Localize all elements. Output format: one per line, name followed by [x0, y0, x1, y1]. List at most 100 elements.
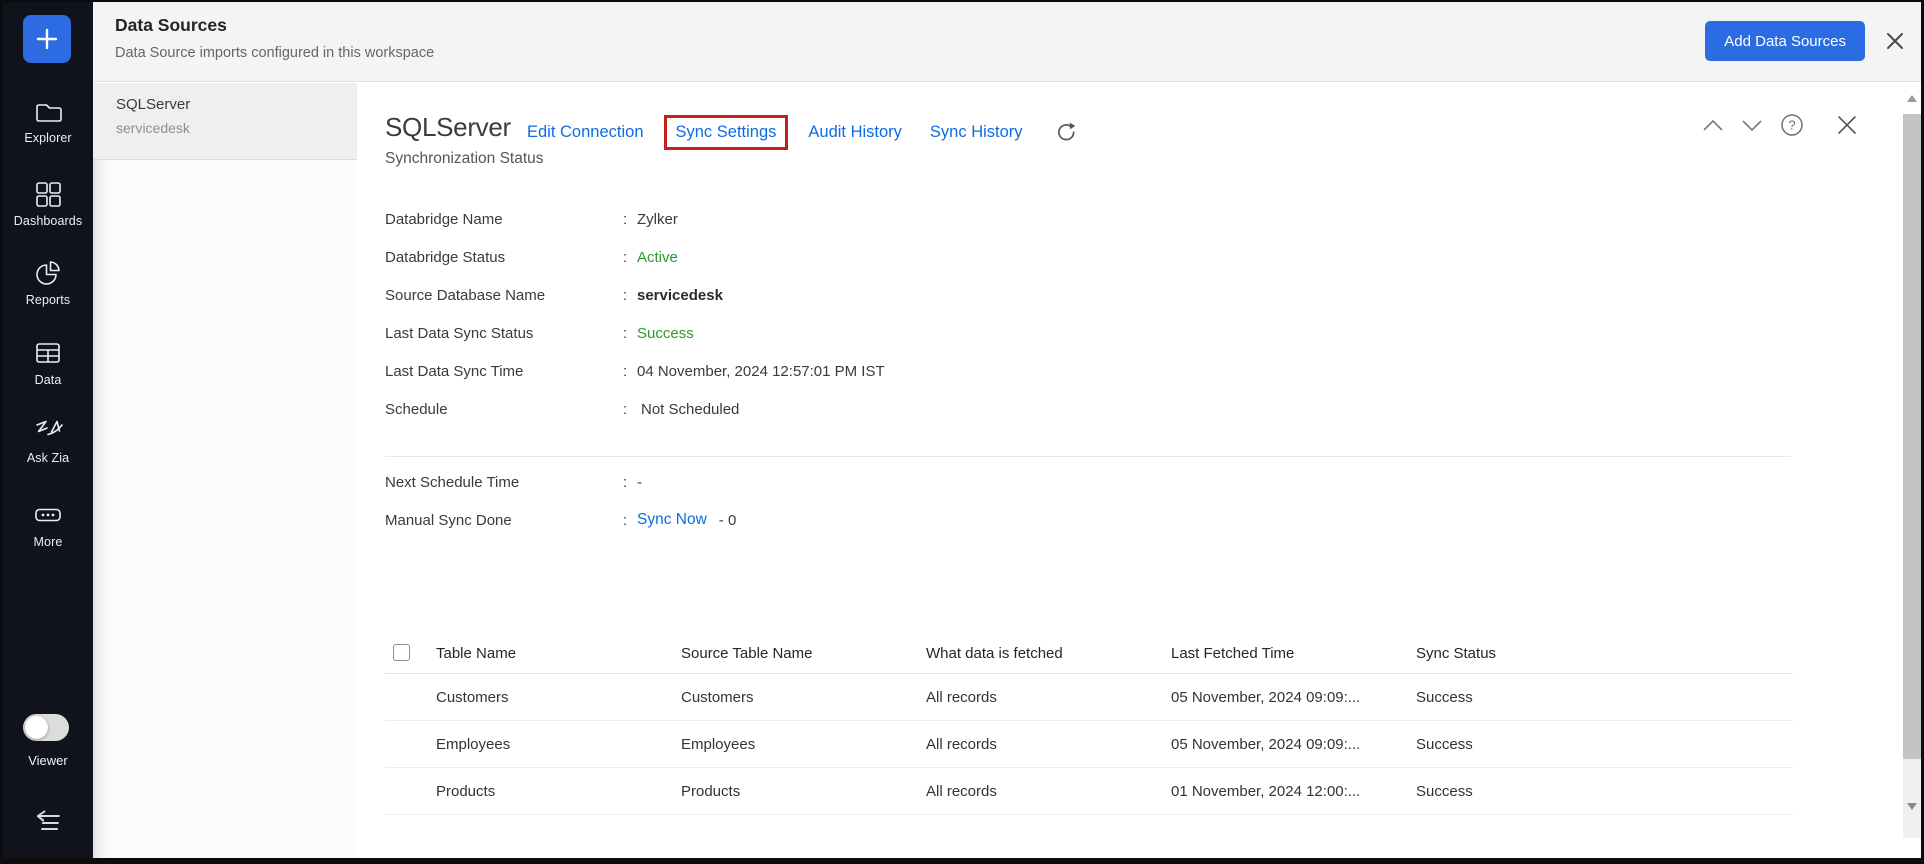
collapse-sidebar-icon[interactable]: [29, 808, 65, 836]
sidebar-item-explorer[interactable]: Explorer: [3, 98, 93, 145]
field-manual-sync-done: Manual Sync Done : Sync Now - 0: [385, 501, 736, 539]
cell-fetched: All records: [926, 768, 997, 815]
sync-settings-link[interactable]: Sync Settings: [676, 123, 777, 141]
sidebar-item-dashboards[interactable]: Dashboards: [3, 179, 93, 228]
sidebar-item-label: Ask Zia: [3, 451, 93, 465]
sidebar-item-label: More: [3, 535, 93, 549]
detail-panel: SQLServer Edit Connection Sync Settings …: [357, 83, 1921, 858]
cell-table-name: Products: [436, 768, 495, 815]
field-value: servicedesk: [637, 287, 723, 304]
more-ellipsis-icon: [33, 506, 63, 523]
svg-text:?: ?: [1788, 118, 1795, 133]
sidebar: Explorer Dashboards Reports: [3, 2, 93, 858]
add-data-sources-button[interactable]: Add Data Sources: [1705, 21, 1865, 61]
help-icon[interactable]: ?: [1780, 113, 1804, 137]
manual-sync-count: - 0: [719, 512, 737, 529]
source-name: SQLServer: [116, 96, 357, 113]
cell-table-name: Employees: [436, 721, 510, 768]
cell-table-name: Customers: [436, 674, 509, 721]
schedule-fields: Next Schedule Time : - Manual Sync Done …: [385, 463, 736, 539]
table-row-employees[interactable]: Employees Employees All records 05 Novem…: [385, 721, 1793, 768]
field-last-data-sync-time: Last Data Sync Time : 04 November, 2024 …: [385, 352, 885, 390]
edit-connection-link[interactable]: Edit Connection: [527, 123, 644, 142]
ask-zia-icon: [30, 422, 66, 439]
source-list-item-sqlserver[interactable]: SQLServer servicedesk: [93, 83, 357, 160]
sidebar-item-data[interactable]: Data: [3, 338, 93, 387]
sidebar-item-label: Reports: [3, 293, 93, 307]
sidebar-item-label: Dashboards: [3, 214, 93, 228]
page-title: Data Sources: [115, 15, 227, 36]
column-header-last-fetched-time: Last Fetched Time: [1171, 633, 1294, 674]
folder-icon: [33, 103, 63, 120]
field-value: Zylker: [637, 211, 678, 228]
field-value: Success: [637, 325, 694, 342]
sidebar-item-reports[interactable]: Reports: [3, 258, 93, 307]
data-source-list-panel: SQLServer servicedesk: [93, 83, 357, 858]
sidebar-item-label: Data: [3, 373, 93, 387]
sidebar-item-ask-zia[interactable]: Ask Zia: [3, 416, 93, 465]
field-databridge-status: Databridge Status : Active: [385, 238, 885, 276]
cell-last-fetched: 01 November, 2024 12:00:...: [1171, 768, 1360, 815]
field-schedule: Schedule : Not Scheduled: [385, 390, 885, 428]
select-all-checkbox[interactable]: [393, 644, 410, 661]
audit-history-link[interactable]: Audit History: [808, 123, 902, 142]
dashboards-grid-icon: [33, 185, 63, 202]
detail-toolbar: ?: [1702, 112, 1859, 138]
cell-source-table-name: Customers: [681, 674, 754, 721]
scroll-down-arrow-icon[interactable]: [1907, 803, 1917, 810]
field-value: Not Scheduled: [637, 401, 739, 418]
cell-sync-status: Success: [1416, 721, 1473, 768]
chevron-up-icon[interactable]: [1702, 119, 1724, 132]
field-source-database-name: Source Database Name : servicedesk: [385, 276, 885, 314]
field-value: Active: [637, 249, 678, 266]
table-header-row: Table Name Source Table Name What data i…: [385, 633, 1793, 674]
section-title: Synchronization Status: [385, 150, 544, 168]
table-row-products[interactable]: Products Products All records 01 Novembe…: [385, 768, 1793, 815]
refresh-icon[interactable]: [1055, 120, 1079, 144]
sync-history-link[interactable]: Sync History: [930, 123, 1023, 142]
plus-icon: [34, 26, 60, 52]
page-header: Data Sources Data Source imports configu…: [93, 2, 1921, 82]
tables-sync-table: Table Name Source Table Name What data i…: [385, 633, 1793, 815]
field-databridge-name: Databridge Name : Zylker: [385, 200, 885, 238]
app-window: Explorer Dashboards Reports: [0, 0, 1924, 864]
column-header-sync-status: Sync Status: [1416, 633, 1496, 674]
section-divider: [385, 456, 1791, 457]
cell-last-fetched: 05 November, 2024 09:09:...: [1171, 674, 1360, 721]
viewer-toggle-label: Viewer: [3, 753, 93, 768]
scrollbar-thumb[interactable]: [1903, 114, 1921, 759]
column-header-what-data-is-fetched: What data is fetched: [926, 633, 1063, 674]
detail-action-links: Edit Connection Sync Settings Audit Hist…: [527, 114, 1079, 150]
cell-sync-status: Success: [1416, 674, 1473, 721]
column-header-source-table-name: Source Table Name: [681, 633, 812, 674]
table-row-customers[interactable]: Customers Customers All records 05 Novem…: [385, 674, 1793, 721]
column-header-table-name: Table Name: [436, 633, 516, 674]
pie-chart-icon: [33, 264, 63, 281]
add-button[interactable]: [23, 15, 71, 63]
field-last-data-sync-status: Last Data Sync Status : Success: [385, 314, 885, 352]
source-database: servicedesk: [116, 120, 357, 136]
detail-title: SQLServer: [385, 112, 511, 143]
sync-status-fields: Databridge Name : Zylker Databridge Stat…: [385, 200, 885, 428]
sidebar-item-more[interactable]: More: [3, 500, 93, 549]
cell-fetched: All records: [926, 721, 997, 768]
annotation-highlight-box: Sync Settings: [664, 115, 789, 150]
scrollbar-lower-track: [1903, 759, 1921, 838]
close-icon[interactable]: [1835, 113, 1859, 137]
data-table-icon: [33, 344, 63, 361]
sidebar-item-label: Explorer: [3, 131, 93, 145]
chevron-down-icon[interactable]: [1741, 119, 1763, 132]
field-next-schedule-time: Next Schedule Time : -: [385, 463, 736, 501]
sync-now-link[interactable]: Sync Now: [637, 511, 707, 529]
cell-sync-status: Success: [1416, 768, 1473, 815]
page-subtitle: Data Source imports configured in this w…: [115, 45, 434, 61]
toggle-knob: [25, 716, 48, 739]
field-value: 04 November, 2024 12:57:01 PM IST: [637, 363, 885, 380]
cell-source-table-name: Products: [681, 768, 740, 815]
cell-fetched: All records: [926, 674, 997, 721]
field-value: -: [637, 474, 642, 491]
cell-source-table-name: Employees: [681, 721, 755, 768]
close-icon[interactable]: [1884, 30, 1906, 52]
scroll-up-arrow-icon[interactable]: [1907, 95, 1917, 102]
viewer-toggle[interactable]: [23, 714, 69, 741]
